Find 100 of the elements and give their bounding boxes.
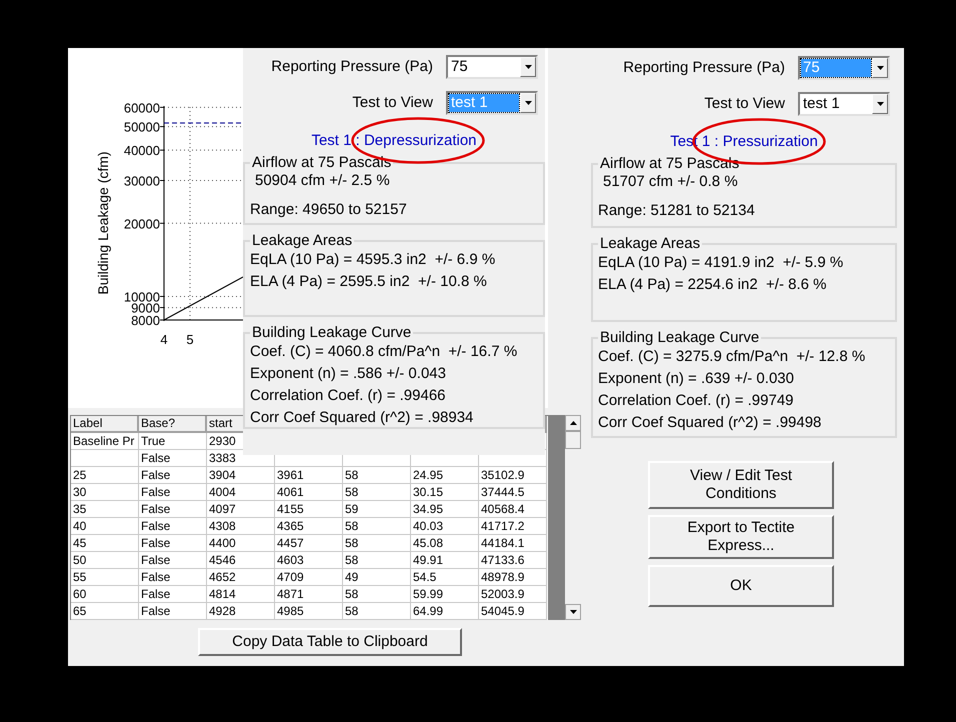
table-cell: 4400 [207, 535, 275, 552]
result-line: ELA (4 Pa) = 2254.6 in2 +/- 8.6 % [598, 275, 826, 295]
table-cell: False [139, 450, 207, 467]
table-cell: False [139, 518, 207, 535]
table-cell: 58 [343, 552, 411, 569]
field-label: Reporting Pressure (Pa) [271, 56, 433, 77]
table-cell: 58 [343, 484, 411, 501]
table-cell: 4871 [275, 586, 343, 603]
result-line: Exponent (n) = .639 +/- 0.030 [598, 369, 794, 389]
result-line: Correlation Coef. (r) = .99466 [250, 386, 446, 406]
airflow-range: Range: 49650 to 52157 [250, 200, 407, 220]
table-cell: 50 [71, 552, 139, 569]
table-cell: 4097 [207, 501, 275, 518]
result-line: ELA (4 Pa) = 2595.5 in2 +/- 10.8 % [250, 272, 487, 292]
table-cell: Baseline Pr [71, 433, 139, 450]
table-cell: 4928 [207, 603, 275, 620]
copy-button[interactable]: Copy Data Table to Clipboard [198, 628, 462, 656]
dropdown[interactable]: 75 [446, 55, 538, 79]
table-cell: 4603 [275, 552, 343, 569]
table-cell: False [139, 569, 207, 586]
table-cell: 35102.9 [479, 467, 547, 484]
scroll-up-icon[interactable] [565, 415, 581, 431]
table-cell: 4652 [207, 569, 275, 586]
table-cell: 52003.9 [479, 586, 547, 603]
group-title: Leakage Areas [251, 233, 354, 249]
result-line: Corr Coef Squared (r^2) = .99498 [598, 413, 822, 433]
table-cell: 45.08 [411, 535, 479, 552]
table-cell: 4365 [275, 518, 343, 535]
dropdown-arrow-icon [876, 102, 884, 106]
table-cell: 64.99 [411, 603, 479, 620]
field-label: Test to View [352, 92, 433, 113]
result-line: EqLA (10 Pa) = 4191.9 in2 +/- 5.9 % [598, 253, 844, 273]
group-title: Building Leakage Curve [599, 330, 760, 346]
x-tick-label: 4 [160, 332, 168, 347]
table-cell: 30 [71, 484, 139, 501]
result-line: Coef. (C) = 4060.8 cfm/Pa^n +/- 16.7 % [250, 342, 518, 362]
y-tick-label: 30000 [124, 174, 160, 188]
table-cell: 4061 [275, 484, 343, 501]
dropdown-arrow-icon [876, 66, 884, 70]
table-cell: 4308 [207, 518, 275, 535]
table-cell: False [139, 501, 207, 518]
table-cell: True [139, 433, 207, 450]
table-cell: 54.5 [411, 569, 479, 586]
x-tick-label: 5 [186, 332, 194, 347]
table-cell: 60 [71, 586, 139, 603]
table-cell: 40568.4 [479, 501, 547, 518]
table-cell: 58 [343, 535, 411, 552]
result-line: EqLA (10 Pa) = 4595.3 in2 +/- 6.9 % [250, 250, 496, 270]
table-cell: 48978.9 [479, 569, 547, 586]
dropdown-arrow-icon [524, 65, 532, 69]
field-label: Test to View [704, 94, 785, 114]
table-cell: 3961 [275, 467, 343, 484]
y-tick-label: 20000 [124, 216, 160, 232]
dialog-button[interactable]: View / Edit Test Conditions [648, 461, 834, 509]
scroll-down-icon[interactable] [565, 604, 581, 620]
dropdown[interactable]: test 1 [798, 92, 890, 116]
y-tick-label: 50000 [124, 120, 160, 135]
y-tick-label: 60000 [124, 100, 160, 116]
table-cell: 4814 [207, 586, 275, 603]
dialog-button[interactable]: OK [648, 565, 834, 607]
group-title: Building Leakage Curve [251, 325, 412, 341]
table-cell: False [139, 586, 207, 603]
table-cell: 58 [343, 586, 411, 603]
field-label: Reporting Pressure (Pa) [623, 58, 785, 78]
y-tick-label: 8000 [131, 313, 160, 328]
table-cell: 49 [343, 569, 411, 586]
table-cell: 55 [71, 569, 139, 586]
column-header: Label [71, 416, 139, 433]
airflow-value: 51707 cfm +/- 0.8 % [602, 172, 738, 192]
table-cell: 45 [71, 535, 139, 552]
table-cell: 35 [71, 501, 139, 518]
airflow-value: 50904 cfm +/- 2.5 % [254, 171, 390, 191]
table-cell: False [139, 552, 207, 569]
result-line: Correlation Coef. (r) = .99749 [598, 391, 794, 411]
column-header: Base? [139, 416, 207, 433]
table-cell: 59 [343, 501, 411, 518]
table-cell: 41717.2 [479, 518, 547, 535]
table-cell: 44184.1 [479, 535, 547, 552]
result-line: Exponent (n) = .586 +/- 0.043 [250, 364, 446, 384]
y-axis-label: Building Leakage (cfm) [95, 151, 111, 295]
group-title: Leakage Areas [599, 236, 702, 252]
result-line: Coef. (C) = 3275.9 cfm/Pa^n +/- 12.8 % [598, 347, 866, 367]
table-cell: 58 [343, 467, 411, 484]
table-cell: 4004 [207, 484, 275, 501]
scrollbar-thumb[interactable] [565, 431, 581, 449]
table-cell [71, 450, 139, 467]
table-cell: 25 [71, 467, 139, 484]
table-cell: 4985 [275, 603, 343, 620]
table-cell: 40 [71, 518, 139, 535]
table-cell: 3904 [207, 467, 275, 484]
table-cell: 58 [343, 518, 411, 535]
scrollbar[interactable] [565, 415, 581, 620]
table-cell: 40.03 [411, 518, 479, 535]
table-cell: 4155 [275, 501, 343, 518]
table-cell: False [139, 603, 207, 620]
table-cell: 4709 [275, 569, 343, 586]
table-cell: 47133.6 [479, 552, 547, 569]
table-cell: 49.91 [411, 552, 479, 569]
dialog-button[interactable]: Export to Tectite Express... [648, 515, 834, 559]
table-cell: False [139, 484, 207, 501]
